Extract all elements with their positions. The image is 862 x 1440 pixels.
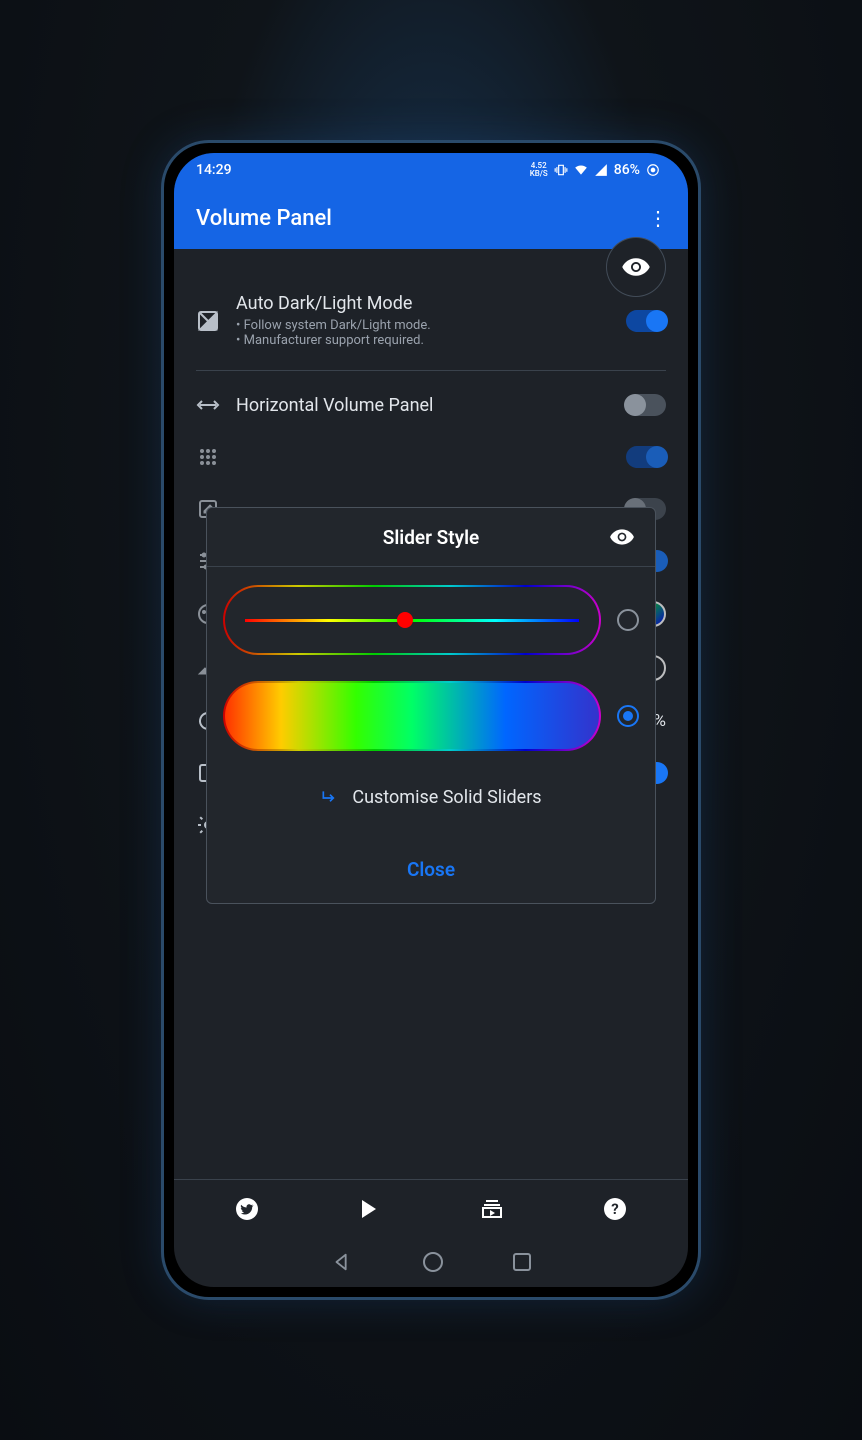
auto-dark-title: Auto Dark/Light Mode [236, 293, 610, 314]
status-time: 14:29 [196, 162, 232, 178]
help-icon[interactable]: ? [603, 1197, 627, 1221]
horizontal-panel-setting[interactable]: Horizontal Volume Panel [196, 379, 666, 431]
thin-slider-option[interactable] [223, 585, 639, 655]
auto-dark-setting[interactable]: Auto Dark/Light Mode Follow system Dark/… [196, 279, 666, 362]
solid-slider-radio[interactable] [617, 705, 639, 727]
app-bar: Volume Panel ⋮ [174, 187, 688, 249]
eye-icon[interactable] [609, 524, 635, 550]
wifi-icon [574, 163, 588, 177]
bottom-bar: ? [174, 1179, 688, 1237]
play-store-icon[interactable] [358, 1197, 382, 1221]
solid-slider-preview [223, 681, 601, 751]
dialog-header: Slider Style [207, 508, 655, 567]
dialog-close-button[interactable]: Close [207, 836, 655, 903]
solid-slider-option[interactable] [223, 681, 639, 751]
subscriptions-icon[interactable] [480, 1197, 504, 1221]
arrow-enter-icon [320, 788, 340, 808]
thin-slider-radio[interactable] [617, 609, 639, 631]
app-title: Volume Panel [196, 206, 332, 231]
preview-fab[interactable] [606, 237, 666, 297]
toggle[interactable] [626, 446, 666, 468]
vibrate-icon [554, 163, 568, 177]
dialog-body: Customise Solid Sliders [207, 567, 655, 836]
phone-frame: 14:29 4.52 KB/S 86% Volume Panel ⋮ [161, 140, 701, 1300]
nav-bar [174, 1237, 688, 1287]
slider-style-dialog: Slider Style [206, 507, 656, 904]
auto-dark-desc: Follow system Dark/Light mode. Manufactu… [236, 318, 610, 348]
status-bar: 14:29 4.52 KB/S 86% [174, 153, 688, 187]
svg-text:?: ? [611, 1200, 618, 1218]
signal-icon [594, 163, 608, 177]
nav-recent-icon[interactable] [513, 1253, 531, 1271]
grid-icon [196, 445, 220, 469]
horizontal-title: Horizontal Volume Panel [236, 395, 610, 416]
auto-dark-toggle[interactable] [626, 310, 666, 332]
eye-icon [621, 252, 651, 282]
dialog-title: Slider Style [253, 526, 609, 549]
battery-percent: 86% [614, 162, 640, 178]
nav-back-icon[interactable] [331, 1251, 353, 1273]
status-icons: 4.52 KB/S 86% [530, 162, 660, 178]
horizontal-toggle[interactable] [626, 394, 666, 416]
nav-home-icon[interactable] [423, 1252, 443, 1272]
twitter-icon[interactable] [235, 1197, 259, 1221]
divider [196, 370, 666, 371]
customise-label: Customise Solid Sliders [352, 787, 541, 808]
screen: 14:29 4.52 KB/S 86% Volume Panel ⋮ [174, 153, 688, 1287]
dark-mode-icon [196, 309, 220, 333]
network-speed: 4.52 KB/S [530, 162, 548, 178]
setting-row[interactable] [196, 431, 666, 483]
battery-icon [646, 163, 660, 177]
horizontal-icon [196, 393, 220, 417]
customise-solid-sliders-button[interactable]: Customise Solid Sliders [223, 777, 639, 828]
thin-slider-preview [223, 585, 601, 655]
menu-overflow-icon[interactable]: ⋮ [640, 198, 676, 238]
